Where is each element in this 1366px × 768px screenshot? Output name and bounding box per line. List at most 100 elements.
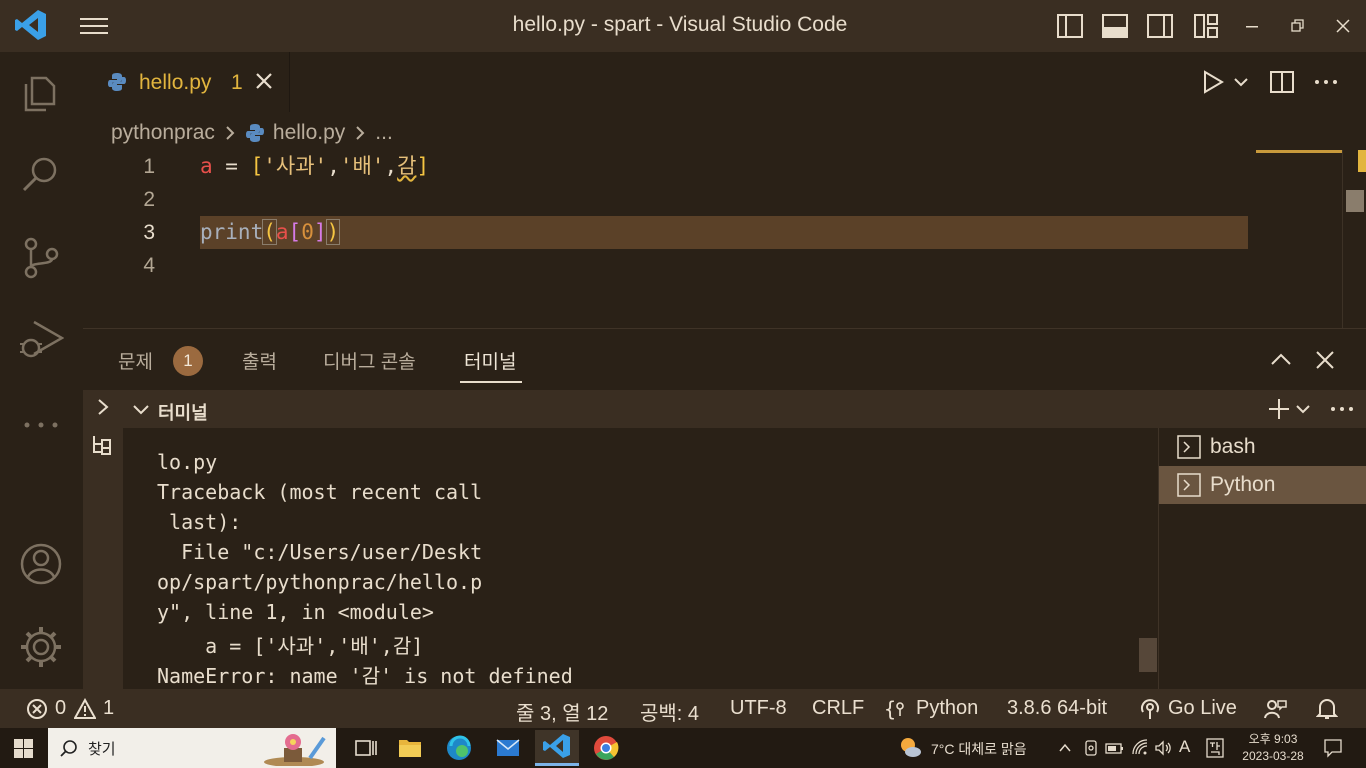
line-number: 3 [143,221,155,244]
broadcast-icon[interactable] [1139,698,1161,720]
run-python-file-icon[interactable] [1200,68,1226,96]
end-of-line[interactable]: CRLF [812,697,864,720]
tray-devices-icon[interactable] [1083,739,1099,757]
wifi-icon[interactable] [1131,739,1149,757]
mail-icon[interactable] [486,732,530,764]
breadcrumb: pythonprac hello.py ... [111,119,393,147]
terminal-line: a = ['사과','배',감] [157,634,424,658]
tab-output[interactable]: 출력 [242,347,277,374]
customize-layout-icon[interactable] [1192,12,1220,40]
code-line: 2 [83,183,1253,216]
terminal-scrollbar[interactable] [1139,638,1157,672]
more-actions-icon[interactable] [1312,68,1340,96]
run-dropdown-chevron-icon[interactable] [1232,68,1250,96]
run-debug-icon[interactable] [18,316,64,362]
breadcrumb-chevron-icon [226,126,235,140]
terminal-line: lo.py [157,450,218,474]
minimap[interactable] [1256,150,1342,153]
more-views-icon[interactable] [18,402,64,448]
toggle-secondary-sidebar-icon[interactable] [1146,12,1174,40]
error-count[interactable]: 0 [55,697,66,720]
accounts-icon[interactable] [18,541,64,587]
explorer-icon[interactable] [18,70,64,116]
code-editor[interactable]: 1 a = ['사과','배',감] 2 3 print(a[0]) 4 [83,150,1253,328]
editor-scrollbar[interactable] [1346,190,1364,212]
maximize-panel-chevron-up-icon[interactable] [1268,347,1294,373]
close-window-icon[interactable] [1331,14,1355,38]
restore-icon[interactable] [1285,14,1309,38]
source-control-icon[interactable] [18,234,64,280]
terminal-list: bash Python [1158,428,1366,690]
terminal-profile-chevron-icon[interactable] [1295,400,1311,418]
feedback-person-icon[interactable] [1264,698,1288,720]
activity-bar [0,52,83,689]
bottom-panel: 문제 1 출력 디버그 콘솔 터미널 터미널 lo.py Traceback (… [83,328,1366,690]
indentation[interactable]: 공백: 4 [640,697,699,726]
go-live-button[interactable]: Go Live [1168,697,1237,720]
breadcrumb-more[interactable]: ... [375,121,393,145]
tab-problems[interactable]: 문제 [118,347,153,374]
file-explorer-icon[interactable] [388,732,432,764]
encoding[interactable]: UTF-8 [730,697,787,720]
breadcrumb-file[interactable]: hello.py [273,121,345,145]
action-center-icon[interactable] [1323,738,1343,758]
current-line-highlight [200,216,1248,249]
tray-chevron-up-icon[interactable] [1058,741,1072,755]
error-icon[interactable] [26,698,48,720]
title-bar: hello.py - spart - Visual Studio Code [0,0,1366,52]
terminal-item-label: Python [1210,473,1276,496]
vscode-logo-icon[interactable] [14,8,48,42]
language-mode[interactable]: Python [916,697,978,720]
vscode-taskbar-icon[interactable] [535,730,579,766]
window-title: hello.py - spart - Visual Studio Code [512,13,848,36]
edge-browser-icon[interactable] [437,732,481,764]
battery-icon[interactable] [1105,740,1125,756]
terminal-line: Traceback (most recent call [157,480,483,504]
close-tab-icon[interactable] [255,72,273,90]
tab-terminal[interactable]: 터미널 [464,347,516,374]
minimize-icon[interactable] [1240,14,1264,38]
close-panel-icon[interactable] [1312,347,1338,373]
line-number: 4 [143,254,155,277]
windows-start-icon[interactable] [14,739,33,758]
code-line-content: a = ['사과','배',감] [200,150,429,183]
system-clock[interactable]: 오후 9:03 2023-03-28 [1238,731,1308,765]
breadcrumb-chevron-icon [356,126,365,140]
terminal-item-python[interactable]: Python [1159,466,1366,504]
settings-gear-icon[interactable] [18,624,64,670]
terminal-more-actions-icon[interactable] [1329,396,1355,422]
search-icon[interactable] [18,152,64,198]
terminal-tree-icon[interactable] [90,432,116,458]
volume-icon[interactable] [1154,739,1172,757]
terminal-header: 터미널 [123,390,1366,428]
python-interpreter[interactable]: 3.8.6 64-bit [1007,697,1107,720]
cursor-position[interactable]: 줄 3, 열 12 [516,697,608,726]
terminal-line: NameError: name '감' is not defined [157,664,573,688]
new-terminal-plus-icon[interactable] [1266,396,1292,422]
tab-hello-py[interactable]: hello.py 1 [83,52,290,112]
notifications-bell-icon[interactable] [1316,697,1338,721]
breadcrumb-folder[interactable]: pythonprac [111,121,215,145]
warning-count[interactable]: 1 [103,697,114,720]
input-method-indicator[interactable]: A [1179,737,1190,757]
chrome-browser-icon[interactable] [584,732,628,764]
language-status-icon [896,702,904,716]
weather-text[interactable]: 7°C 대체로 맑음 [931,739,1027,759]
keyboard-language-icon[interactable] [1206,738,1224,758]
chevron-down-icon[interactable] [131,399,151,419]
token-bracket: [ [250,154,264,178]
toggle-primary-sidebar-icon[interactable] [1056,12,1084,40]
task-view-icon[interactable] [344,732,388,764]
toggle-panel-icon[interactable] [1101,12,1129,40]
terminal-output[interactable]: lo.py Traceback (most recent call last):… [123,428,1157,690]
taskbar-search-box[interactable]: 찾기 [48,728,336,768]
hamburger-menu-icon[interactable] [78,14,110,38]
terminal-item-bash[interactable]: bash [1159,428,1366,466]
search-icon [60,740,77,757]
split-editor-icon[interactable] [1268,68,1296,96]
search-placeholder: 찾기 [88,741,116,758]
weather-partly-cloudy-icon[interactable] [897,734,923,760]
tab-debug-console[interactable]: 디버그 콘솔 [323,347,416,374]
warning-icon[interactable] [74,698,96,720]
chevron-right-icon[interactable] [92,396,114,418]
